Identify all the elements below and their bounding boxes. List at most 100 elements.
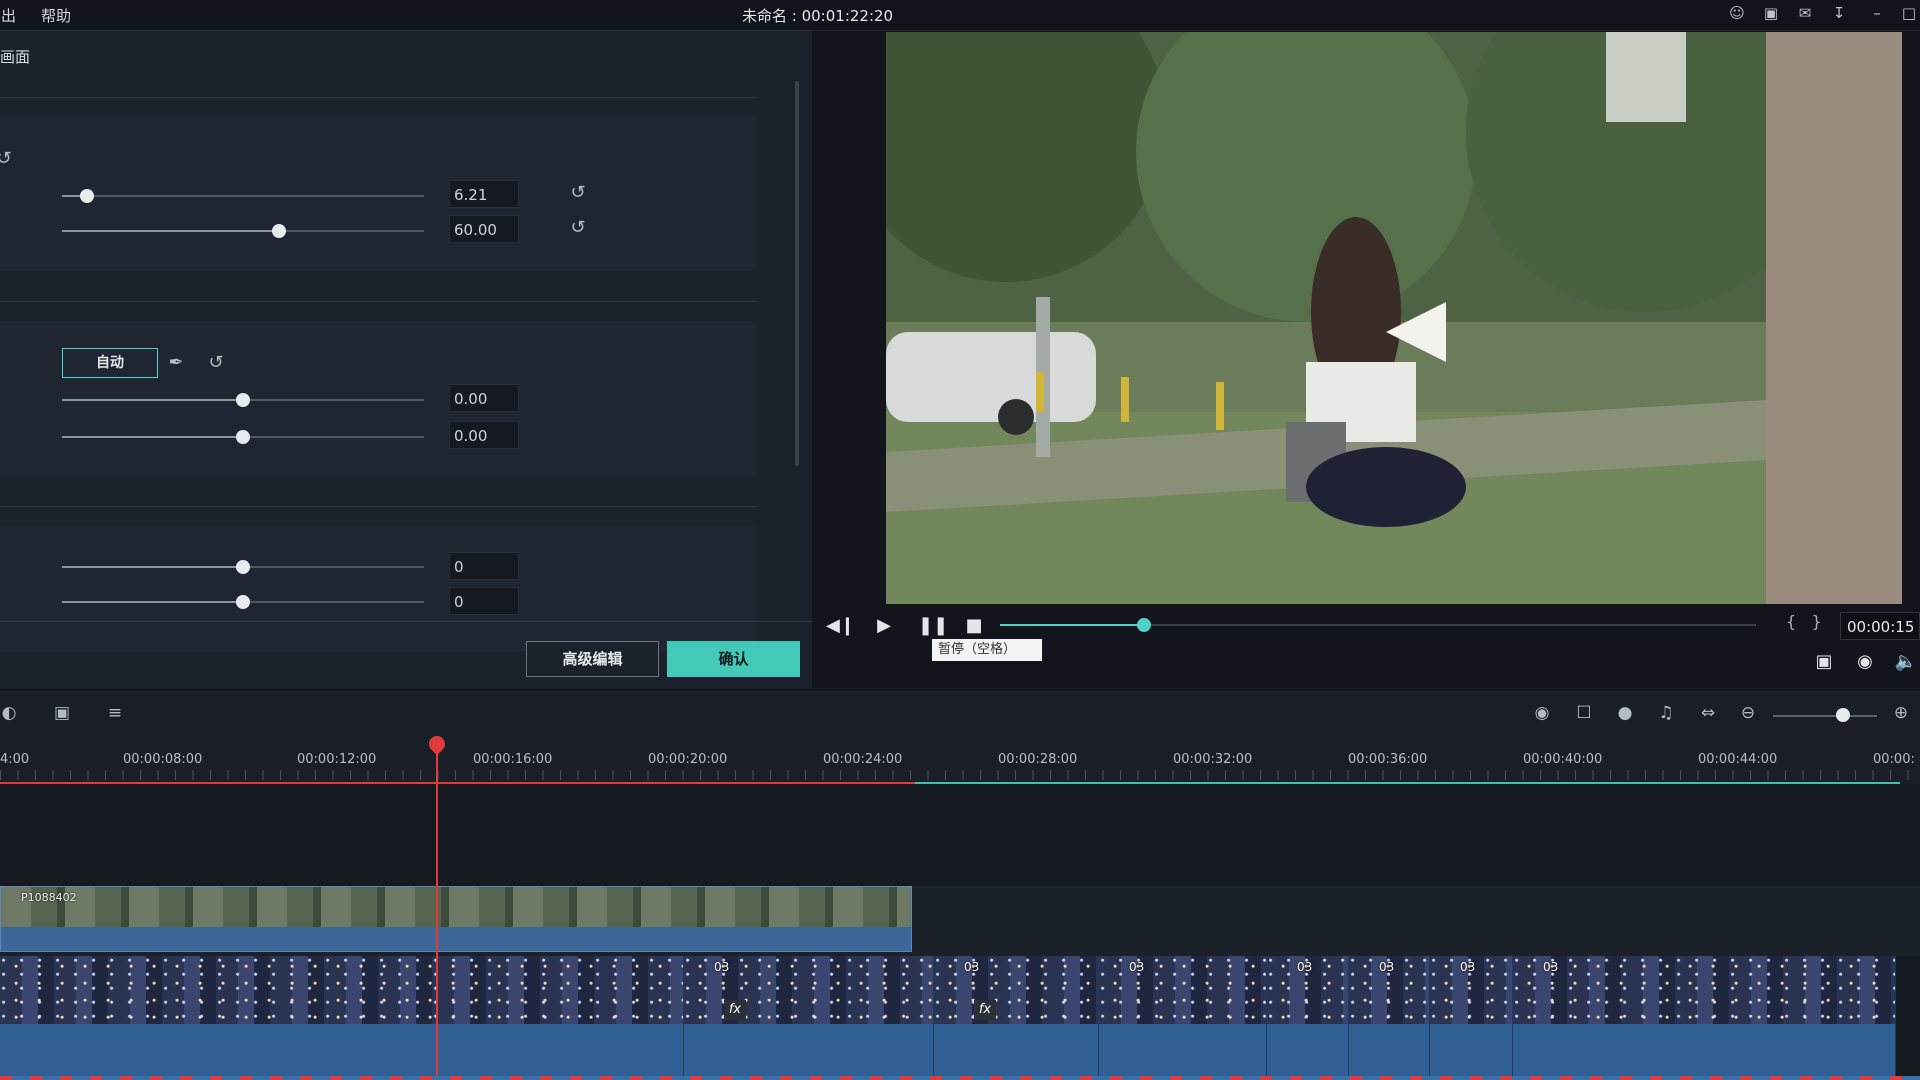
save-icon[interactable]: ▣ <box>1762 4 1780 22</box>
divider <box>0 506 756 507</box>
video-clip[interactable]: P1088402 <box>0 886 912 952</box>
timeline-ruler[interactable]: 4:00 00:00:08:00 00:00:12:00 00:00:16:00… <box>0 734 1920 782</box>
value-field[interactable]: 0.00 <box>449 384 519 412</box>
effect-icon: fx <box>974 1000 996 1020</box>
video-clip[interactable]: 03 <box>1267 956 1349 1080</box>
playhead-line[interactable] <box>436 746 438 1080</box>
slider-4[interactable] <box>62 430 424 444</box>
advanced-edit-button[interactable]: 高级编辑 <box>526 641 659 677</box>
slider-2[interactable] <box>62 224 424 238</box>
ruler-label: 00:00:32:00 <box>1173 752 1253 767</box>
ruler-label: 00:00:08:00 <box>123 752 203 767</box>
clip-thumbnails <box>0 956 683 1024</box>
window-title: 未命名 : 00:01:22:20 <box>742 7 894 25</box>
video-preview <box>886 32 1902 604</box>
video-clip[interactable] <box>0 956 684 1080</box>
zoom-out-icon[interactable]: ⊖ <box>1737 702 1759 724</box>
clip-name: P1088402 <box>21 891 77 904</box>
render-icon[interactable]: ◉ <box>1531 702 1553 724</box>
slider-5[interactable] <box>62 560 424 574</box>
value-field[interactable]: 0 <box>449 552 519 580</box>
video-clip[interactable]: 03 fx <box>934 956 1099 1080</box>
panel-title: 画面 <box>0 48 31 66</box>
pause-icon[interactable]: ❚❚ <box>918 614 948 638</box>
video-clip[interactable]: 03 <box>1430 956 1513 1080</box>
slider-3[interactable] <box>62 393 424 407</box>
audio-waveform-strip <box>0 1076 1920 1080</box>
divider <box>0 97 756 98</box>
user-icon[interactable]: ☺ <box>1728 4 1746 22</box>
reset-icon[interactable]: ↺ <box>206 353 226 373</box>
clip-name: 03 <box>964 960 980 974</box>
maximize-icon[interactable]: □ <box>1900 4 1918 22</box>
slider-fill <box>62 436 243 438</box>
video-frame-image <box>886 32 1902 604</box>
video-clip[interactable]: 03 <box>1349 956 1430 1080</box>
stop-icon[interactable]: ■ <box>962 614 986 638</box>
volume-icon[interactable]: 🔈 <box>1894 650 1918 674</box>
value-field[interactable]: 60.00 <box>449 215 519 243</box>
slider-1[interactable] <box>62 189 424 203</box>
fit-timeline-icon[interactable]: ⇔ <box>1697 702 1719 724</box>
ruler-label: 00:00:44:00 <box>1698 752 1778 767</box>
reset-icon[interactable]: ↺ <box>0 149 14 169</box>
audio-mixer-icon[interactable]: ♫ <box>1655 702 1677 724</box>
snapshot-icon[interactable]: ◉ <box>1853 650 1877 674</box>
auto-button[interactable]: 自动 <box>62 348 158 378</box>
mail-icon[interactable]: ✉ <box>1796 4 1814 22</box>
color-adjust-panel: 画面 ↺ 6.21 ↺ 60.00 ↺ 自动 ✒ ↺ 0.00 0.00 0 0 <box>0 31 813 688</box>
menu-export[interactable]: 导出 <box>0 5 16 26</box>
video-clip[interactable]: 03 fx <box>684 956 934 1080</box>
reset-icon[interactable]: ↺ <box>568 183 588 203</box>
clip-thumbnails <box>1 887 911 927</box>
timeline-tracks: P1088402 03 fx 03 fx 03 03 03 03 03 <box>0 784 1920 1080</box>
ruler-label: 00:00:40:00 <box>1523 752 1603 767</box>
slider-fill <box>62 601 243 603</box>
clip-thumbnails <box>934 956 1098 1024</box>
ruler-label: 00:00:36:00 <box>1348 752 1428 767</box>
scrollbar[interactable] <box>795 81 799 466</box>
color-icon[interactable]: ◐ <box>0 702 20 724</box>
clip-thumbnails <box>1513 956 1895 1024</box>
video-clip[interactable]: 03 <box>1513 956 1896 1080</box>
slider-knob[interactable] <box>236 560 250 574</box>
timeline-zoom-slider[interactable] <box>1773 715 1877 717</box>
playback-progress[interactable] <box>1000 618 1756 632</box>
microphone-icon[interactable]: ● <box>1614 702 1636 724</box>
adjust-icon[interactable]: ≡ <box>104 702 126 724</box>
minimize-icon[interactable]: – <box>1868 4 1886 22</box>
confirm-button[interactable]: 确认 <box>667 641 800 677</box>
pause-tooltip: 暂停（空格） <box>932 639 1042 661</box>
value-field[interactable]: 0.00 <box>449 421 519 449</box>
slider-knob[interactable] <box>236 393 250 407</box>
zoom-in-icon[interactable]: ⊕ <box>1890 702 1912 724</box>
ruler-label: 00:00:24:00 <box>823 752 903 767</box>
video-track-2: 03 fx 03 fx 03 03 03 03 03 <box>0 956 1900 1080</box>
zoom-slider-knob[interactable] <box>1836 708 1850 722</box>
timeline-toolbar: ◐ ▣ ≡ ◉ ☐ ● ♫ ⇔ ⊖ ⊕ <box>0 689 1920 735</box>
download-icon[interactable]: ↧ <box>1830 4 1848 22</box>
clip-name: 03 <box>1379 960 1395 974</box>
display-settings-icon[interactable]: ▣ <box>1812 650 1836 674</box>
eyedropper-icon[interactable]: ✒ <box>166 353 186 373</box>
ruler-label: 00:00:28:00 <box>998 752 1078 767</box>
mark-in-out-icon[interactable]: { } <box>1786 612 1822 631</box>
keyframe-icon[interactable]: ▣ <box>51 702 73 724</box>
slider-fill <box>62 230 280 232</box>
step-back-icon[interactable]: ◀❙ <box>826 614 855 638</box>
reset-icon[interactable]: ↺ <box>568 218 588 238</box>
ruler-ticks <box>0 770 1920 780</box>
menu-help[interactable]: 帮助 <box>41 5 71 26</box>
slider-knob[interactable] <box>236 595 250 609</box>
marker-icon[interactable]: ☐ <box>1573 702 1595 724</box>
video-clip[interactable]: 03 <box>1099 956 1267 1080</box>
play-icon[interactable]: ▶ <box>872 614 896 638</box>
value-field[interactable]: 0 <box>449 587 519 615</box>
slider-fill <box>62 566 243 568</box>
slider-knob[interactable] <box>236 430 250 444</box>
clip-name: 03 <box>1543 960 1559 974</box>
slider-6[interactable] <box>62 595 424 609</box>
value-field[interactable]: 6.21 <box>449 180 519 208</box>
ruler-label: 4:00 <box>0 752 30 767</box>
progress-knob[interactable] <box>1136 618 1151 632</box>
